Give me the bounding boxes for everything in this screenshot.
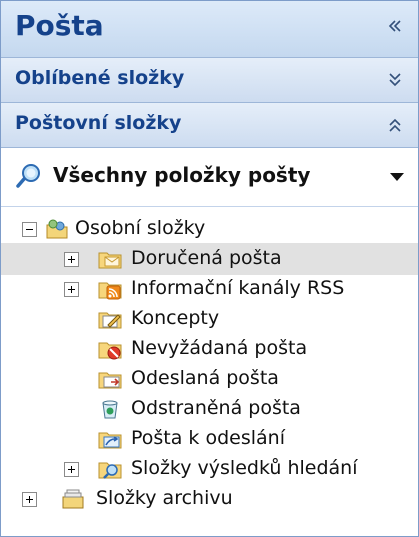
tree-node-label: Doručená pošta [131,247,282,269]
inbox-folder-icon [98,252,122,269]
favorite-folders-label: Oblíbené složky [15,67,185,89]
collapse-pane-button[interactable] [384,13,406,39]
expand-toggle[interactable] [22,492,37,507]
outbox-folder-icon [98,432,122,449]
tree-node-label: Odeslaná pošta [131,367,279,389]
tree-node-personal-folders[interactable]: Osobní složky [1,213,418,245]
archive-folders-icon [62,489,84,509]
personal-folders-icon [46,219,68,239]
filter-label: Všechny položky pošty [53,163,311,187]
tree-node-label: Odstraněná pošta [131,397,301,419]
sent-folder-icon [98,372,122,389]
mail-folders-label: Poštovní složky [15,112,182,134]
pane-title: Pošta [15,9,104,42]
tree-node-archive[interactable]: Složky archivu [1,483,418,515]
double-chevron-left-icon [388,20,401,32]
mail-folders-header[interactable]: Poštovní složky [1,103,418,148]
pane-header: Pošta [1,1,418,58]
search-icon [16,164,40,188]
double-chevron-up-icon[interactable] [384,113,406,137]
tree-node-search-folders[interactable]: Složky výsledků hledání [1,453,418,485]
expand-toggle[interactable] [64,252,79,267]
collapse-toggle[interactable] [22,222,37,237]
tree-node-label: Osobní složky [75,217,206,239]
rss-folder-icon [98,282,122,300]
tree-node-label: Složky výsledků hledání [131,457,358,479]
expand-toggle[interactable] [64,282,79,297]
tree-node-sent[interactable]: Odeslaná pošta [1,363,418,395]
favorite-folders-header[interactable]: Oblíbené složky [1,58,418,103]
folder-tree: Osobní složky Doručená pošta Informační … [1,207,418,537]
dropdown-arrow-icon[interactable] [388,170,406,184]
navigation-pane: Pošta Oblíbené složky Poštovní složky Vš… [0,0,419,537]
junk-folder-icon [98,342,122,360]
tree-node-inbox[interactable]: Doručená pošta [1,243,418,275]
tree-node-deleted[interactable]: Odstraněná pošta [1,393,418,425]
tree-node-label: Informační kanály RSS [131,277,345,299]
tree-node-junk[interactable]: Nevyžádaná pošta [1,333,418,365]
tree-node-label: Koncepty [131,307,220,329]
tree-node-label: Pošta k odeslání [131,427,285,449]
tree-node-label: Nevyžádaná pošta [131,337,308,359]
tree-node-outbox[interactable]: Pošta k odeslání [1,423,418,455]
drafts-folder-icon [98,312,122,329]
expand-toggle[interactable] [64,462,79,477]
double-chevron-down-icon[interactable] [384,68,406,92]
search-folders-icon [98,462,122,479]
mail-view-filter[interactable]: Všechny položky pošty [1,148,418,207]
deleted-items-icon [102,400,118,419]
tree-node-label: Složky archivu [96,487,233,509]
tree-node-rss-feeds[interactable]: Informační kanály RSS [1,273,418,305]
tree-node-drafts[interactable]: Koncepty [1,303,418,335]
